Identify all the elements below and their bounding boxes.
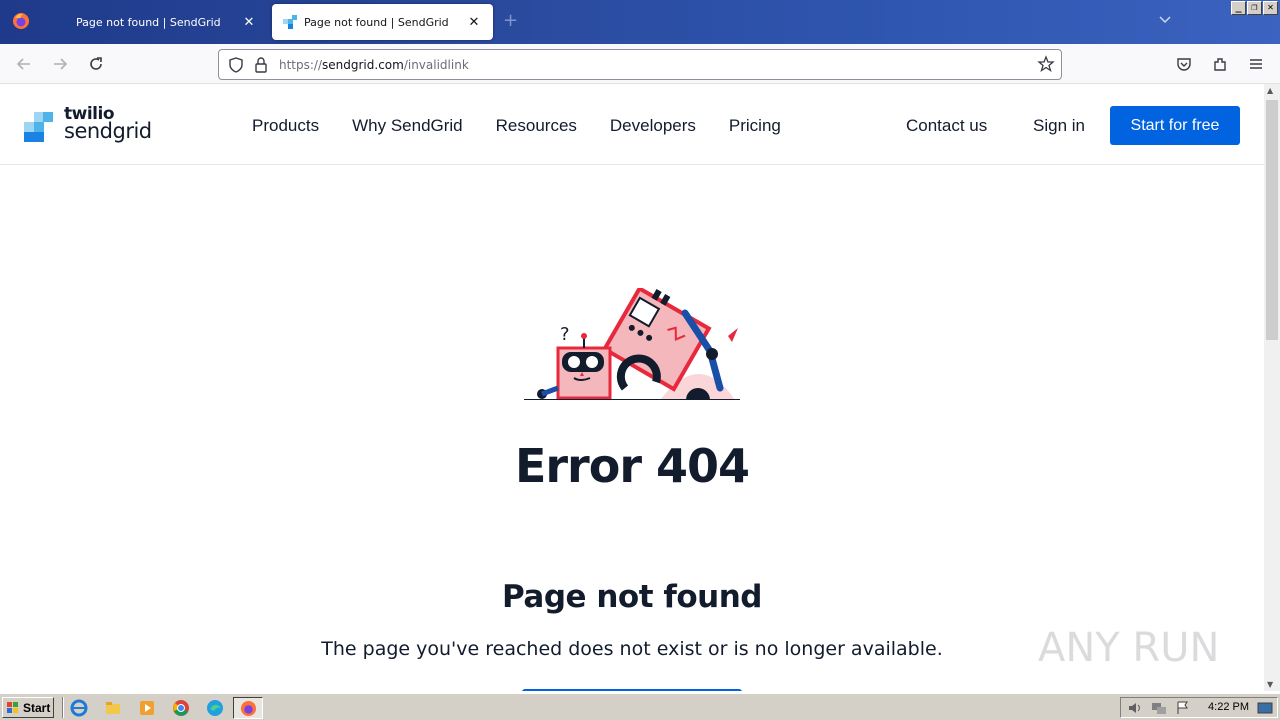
nav-resources[interactable]: Resources	[496, 116, 577, 136]
start-label: Start	[23, 700, 51, 715]
main-navigation: Products Why SendGrid Resources Develope…	[252, 116, 814, 136]
url-text[interactable]: https://sendgrid.com/invalidlink	[279, 58, 469, 72]
robot-404-illustration: ?	[524, 288, 740, 400]
lock-icon[interactable]	[254, 56, 268, 74]
url-host: sendgrid.com	[322, 58, 404, 72]
browser-toolbar: https://sendgrid.com/invalidlink	[0, 44, 1280, 84]
close-tab-icon[interactable]: ✕	[240, 13, 258, 31]
back-arrow-icon[interactable]	[14, 54, 34, 74]
tab-page-not-found-2[interactable]: Page not found | SendGrid ✕	[272, 4, 493, 40]
edge-icon[interactable]	[206, 699, 224, 717]
start-for-free-button[interactable]: Start for free	[1110, 106, 1240, 145]
forward-arrow-icon[interactable]	[50, 54, 70, 74]
close-tab-icon[interactable]: ✕	[465, 13, 483, 31]
scrollbar-thumb[interactable]	[1266, 100, 1278, 340]
firefox-icon	[240, 700, 257, 717]
taskbar-clock[interactable]: 4:22 PM	[1208, 701, 1249, 713]
watermark-text: ANY RUN	[1038, 625, 1219, 671]
scroll-down-icon[interactable]: ▼	[1267, 680, 1273, 689]
windows-logo-icon	[7, 701, 18, 713]
window-controls: _ ❐ ✕	[1231, 1, 1278, 15]
internet-explorer-icon[interactable]	[70, 699, 88, 717]
sendgrid-favicon-icon	[283, 15, 297, 29]
sendgrid-logo-icon	[24, 112, 53, 142]
svg-text:?: ?	[560, 324, 570, 345]
tracking-shield-icon[interactable]	[227, 56, 245, 74]
tab-page-not-found-1[interactable]: Page not found | SendGrid ✕	[44, 4, 268, 40]
volume-icon[interactable]	[1127, 700, 1143, 716]
error-title: Error 404	[514, 439, 750, 493]
start-button[interactable]: Start	[2, 697, 54, 718]
tab-title: Page not found | SendGrid	[76, 15, 221, 29]
new-tab-icon[interactable]: +	[503, 12, 518, 30]
file-explorer-icon[interactable]	[104, 699, 122, 717]
windows-taskbar: Start 4:22 PM	[0, 693, 1280, 720]
nav-products[interactable]: Products	[252, 116, 319, 136]
logo-text-sendgrid: sendgrid	[64, 119, 152, 143]
reload-icon[interactable]	[86, 54, 106, 74]
network-icon[interactable]	[1151, 700, 1167, 716]
tab-title: Page not found | SendGrid	[304, 15, 449, 29]
minimize-icon[interactable]: _	[1231, 1, 1246, 15]
twilio-sendgrid-logo[interactable]: twilio sendgrid	[24, 104, 164, 146]
hamburger-menu-icon[interactable]	[1246, 54, 1266, 74]
url-path: /invalidlink	[403, 58, 469, 72]
show-desktop-icon[interactable]	[1257, 700, 1273, 716]
taskbar-firefox-active[interactable]	[233, 697, 263, 719]
address-bar[interactable]: https://sendgrid.com/invalidlink	[218, 49, 1062, 80]
contact-us-link[interactable]: Contact us	[906, 116, 987, 136]
nav-why-sendgrid[interactable]: Why SendGrid	[352, 116, 463, 136]
scroll-up-icon[interactable]: ▲	[1267, 86, 1273, 95]
chrome-icon[interactable]	[172, 699, 190, 717]
system-tray: 4:22 PM	[1120, 697, 1278, 718]
pocket-icon[interactable]	[1174, 54, 1194, 74]
close-window-icon[interactable]: ✕	[1263, 1, 1278, 15]
nav-pricing[interactable]: Pricing	[729, 116, 781, 136]
bookmark-star-icon[interactable]	[1037, 55, 1055, 73]
sign-in-link[interactable]: Sign in	[1033, 116, 1085, 136]
action-center-flag-icon[interactable]	[1175, 700, 1191, 716]
url-prefix: https://	[279, 58, 323, 72]
anyrun-watermark: ANY RUN	[1038, 625, 1219, 671]
restore-icon[interactable]: ❐	[1247, 1, 1262, 15]
firefox-menu-icon[interactable]	[0, 0, 42, 42]
chevron-down-icon[interactable]	[1158, 14, 1172, 28]
extensions-icon[interactable]	[1210, 54, 1230, 74]
site-header: twilio sendgrid Products Why SendGrid Re…	[0, 84, 1264, 165]
primary-action-button[interactable]	[522, 689, 742, 691]
browser-tab-strip: Page not found | SendGrid ✕ Page not fou…	[0, 0, 1280, 44]
page-viewport: twilio sendgrid Products Why SendGrid Re…	[0, 84, 1264, 691]
media-player-icon[interactable]	[138, 699, 156, 717]
vertical-scrollbar[interactable]: ▲ ▼	[1264, 84, 1280, 691]
taskbar-separator	[62, 697, 64, 718]
nav-developers[interactable]: Developers	[610, 116, 696, 136]
